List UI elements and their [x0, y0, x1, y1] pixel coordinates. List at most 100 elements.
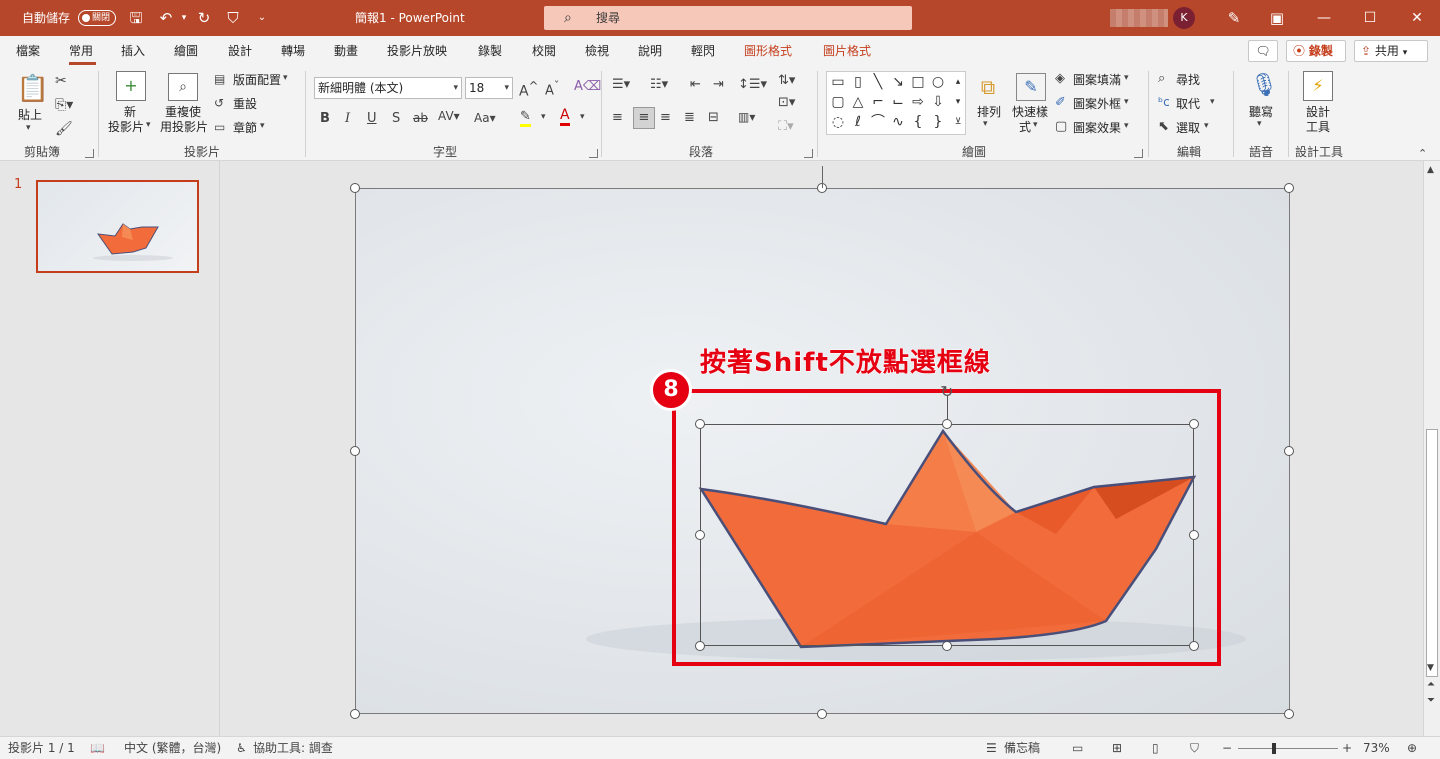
- chevron-down-icon[interactable]: ▾: [1124, 73, 1129, 83]
- tab-shape-format[interactable]: 圖形格式: [744, 43, 792, 59]
- zoom-slider-track[interactable]: [1238, 748, 1338, 749]
- slideshow-icon[interactable]: ⛉: [1190, 741, 1199, 755]
- layout-dropdown-icon[interactable]: ▾: [283, 73, 288, 83]
- tab-picture-format[interactable]: 圖片格式: [823, 43, 871, 59]
- shape-handle-bottom[interactable]: [942, 641, 952, 651]
- arrange-dropdown-icon[interactable]: ▾: [983, 119, 988, 129]
- scroll-thumb[interactable]: [1426, 429, 1438, 677]
- section-label[interactable]: 章節: [233, 121, 257, 135]
- reuse-slides-icon[interactable]: ⌕: [168, 73, 198, 101]
- align-text-icon[interactable]: ⊡▾: [778, 95, 795, 110]
- textbox-shape-icon[interactable]: ▭: [829, 74, 847, 90]
- maximize-button[interactable]: ☐: [1347, 0, 1393, 36]
- shadow-icon[interactable]: S: [392, 111, 400, 126]
- arc-shape-icon[interactable]: ⌒: [869, 114, 887, 130]
- paste-dropdown-icon[interactable]: ▾: [26, 123, 31, 133]
- dictate-dropdown-icon[interactable]: ▾: [1257, 119, 1262, 129]
- freeform-shape-icon[interactable]: ◌: [829, 114, 847, 130]
- tab-view[interactable]: 檢視: [585, 43, 609, 59]
- decrease-font-icon[interactable]: Aˇ: [545, 79, 559, 98]
- ribbon-display-icon[interactable]: ▣: [1267, 8, 1287, 28]
- slide-thumbnail[interactable]: [36, 180, 199, 273]
- distributed-icon[interactable]: ⊟: [708, 110, 719, 125]
- vertical-scrollbar[interactable]: ▲ ▼ ⏶ ⏷: [1423, 161, 1440, 736]
- customize-qat-icon[interactable]: ⌄: [252, 8, 272, 28]
- font-color-icon[interactable]: A: [560, 107, 570, 126]
- chevron-down-icon[interactable]: ▾: [1124, 121, 1129, 131]
- new-slide-label-1[interactable]: 新: [124, 105, 136, 119]
- designer-label-1[interactable]: 設計: [1306, 105, 1330, 119]
- font-name-combo[interactable]: 新細明體 (本文) ▾: [314, 77, 462, 99]
- gallery-down-icon[interactable]: ▾: [949, 94, 967, 110]
- slide-handle-left[interactable]: [350, 446, 360, 456]
- reading-view-icon[interactable]: ▯: [1152, 741, 1159, 755]
- chevron-down-icon[interactable]: ▾: [1210, 97, 1215, 107]
- previous-slide-icon[interactable]: ⏶: [1427, 679, 1435, 690]
- slide-handle-tr[interactable]: [1284, 183, 1294, 193]
- tab-review[interactable]: 校閱: [532, 43, 556, 59]
- change-case-icon[interactable]: Aa▾: [474, 111, 496, 125]
- designer-label-2[interactable]: 工具: [1306, 120, 1330, 134]
- brace-left-shape-icon[interactable]: {: [909, 114, 927, 130]
- shape-handle-top[interactable]: [942, 419, 952, 429]
- oval-shape-icon[interactable]: ○: [929, 74, 947, 90]
- clipboard-launcher-icon[interactable]: [85, 149, 94, 158]
- columns-icon[interactable]: ▥▾: [738, 110, 755, 124]
- quick-styles-dropdown-icon[interactable]: ▾: [1033, 120, 1038, 130]
- scroll-down-icon[interactable]: ▼: [1427, 663, 1434, 673]
- slide-sorter-icon[interactable]: ⊞: [1112, 741, 1122, 755]
- slide-handle-bottom[interactable]: [817, 709, 827, 719]
- avatar[interactable]: K: [1173, 7, 1195, 29]
- section-dropdown-icon[interactable]: ▾: [260, 121, 265, 131]
- language-indicator[interactable]: 中文 (繁體，台灣): [124, 741, 221, 755]
- tab-home[interactable]: 常用: [69, 43, 93, 59]
- pen-icon[interactable]: ✎: [1224, 8, 1244, 28]
- paragraph-launcher-icon[interactable]: [804, 149, 813, 158]
- line-spacing-icon[interactable]: ↕☰▾: [738, 77, 767, 92]
- record-button[interactable]: ⦿ 錄製: [1286, 40, 1346, 62]
- right-arrow-shape-icon[interactable]: ⇨: [909, 94, 927, 110]
- chevron-down-icon[interactable]: ▾: [541, 112, 546, 122]
- fit-to-window-icon[interactable]: ⊕: [1407, 741, 1417, 755]
- next-slide-icon[interactable]: ⏷: [1427, 695, 1435, 706]
- format-painter-icon[interactable]: 🖌: [55, 121, 73, 137]
- arrange-icon[interactable]: ⧉: [974, 73, 1002, 101]
- tab-draw[interactable]: 繪圖: [174, 43, 198, 59]
- zoom-out-icon[interactable]: −: [1222, 741, 1232, 755]
- justify-icon[interactable]: ≣: [684, 110, 695, 125]
- share-button[interactable]: ⇪ 共用 ▾: [1354, 40, 1428, 62]
- shape-handle-right[interactable]: [1189, 530, 1199, 540]
- arrow-shape-icon[interactable]: ↘: [889, 74, 907, 90]
- slide-handle-tl[interactable]: [350, 183, 360, 193]
- autosave-toggle[interactable]: 關閉: [78, 10, 116, 26]
- tab-slideshow[interactable]: 投影片放映: [387, 43, 447, 59]
- smartart-icon[interactable]: ⛶▾: [778, 119, 794, 134]
- curve-shape-icon[interactable]: ∿: [889, 114, 907, 130]
- new-slide-label-2[interactable]: 投影片: [108, 120, 144, 134]
- drawing-launcher-icon[interactable]: [1134, 149, 1143, 158]
- paste-label[interactable]: 貼上: [18, 108, 42, 122]
- close-button[interactable]: ✕: [1394, 0, 1440, 36]
- increase-font-icon[interactable]: A^: [519, 79, 538, 100]
- align-center-icon[interactable]: ≡: [633, 107, 655, 129]
- zoom-level[interactable]: 73%: [1363, 741, 1390, 755]
- down-arrow-shape-icon[interactable]: ⇩: [929, 94, 947, 110]
- quick-styles-icon[interactable]: ✎: [1016, 73, 1046, 101]
- tab-record[interactable]: 錄製: [478, 43, 502, 59]
- redo-icon[interactable]: ↻: [194, 8, 214, 28]
- spelling-icon[interactable]: 📖: [90, 741, 105, 755]
- shape-fill-label[interactable]: 圖案填滿: [1073, 73, 1121, 87]
- text-direction-icon[interactable]: ⇅▾: [778, 73, 795, 88]
- slide-handle-br[interactable]: [1284, 709, 1294, 719]
- tab-help[interactable]: 說明: [638, 43, 662, 59]
- replace-label[interactable]: 取代: [1176, 97, 1200, 111]
- normal-view-icon[interactable]: ▭: [1072, 741, 1083, 755]
- arrange-label[interactable]: 排列: [977, 105, 1001, 119]
- line-shape-icon[interactable]: ╲: [869, 74, 887, 90]
- connector-shape-icon[interactable]: ⌐: [869, 94, 887, 110]
- clear-formatting-icon[interactable]: A⌫: [574, 79, 601, 94]
- shape-handle-bl[interactable]: [695, 641, 705, 651]
- slide-handle-right[interactable]: [1284, 446, 1294, 456]
- brace-right-shape-icon[interactable]: }: [929, 114, 947, 130]
- vertical-textbox-shape-icon[interactable]: ▯: [849, 74, 867, 90]
